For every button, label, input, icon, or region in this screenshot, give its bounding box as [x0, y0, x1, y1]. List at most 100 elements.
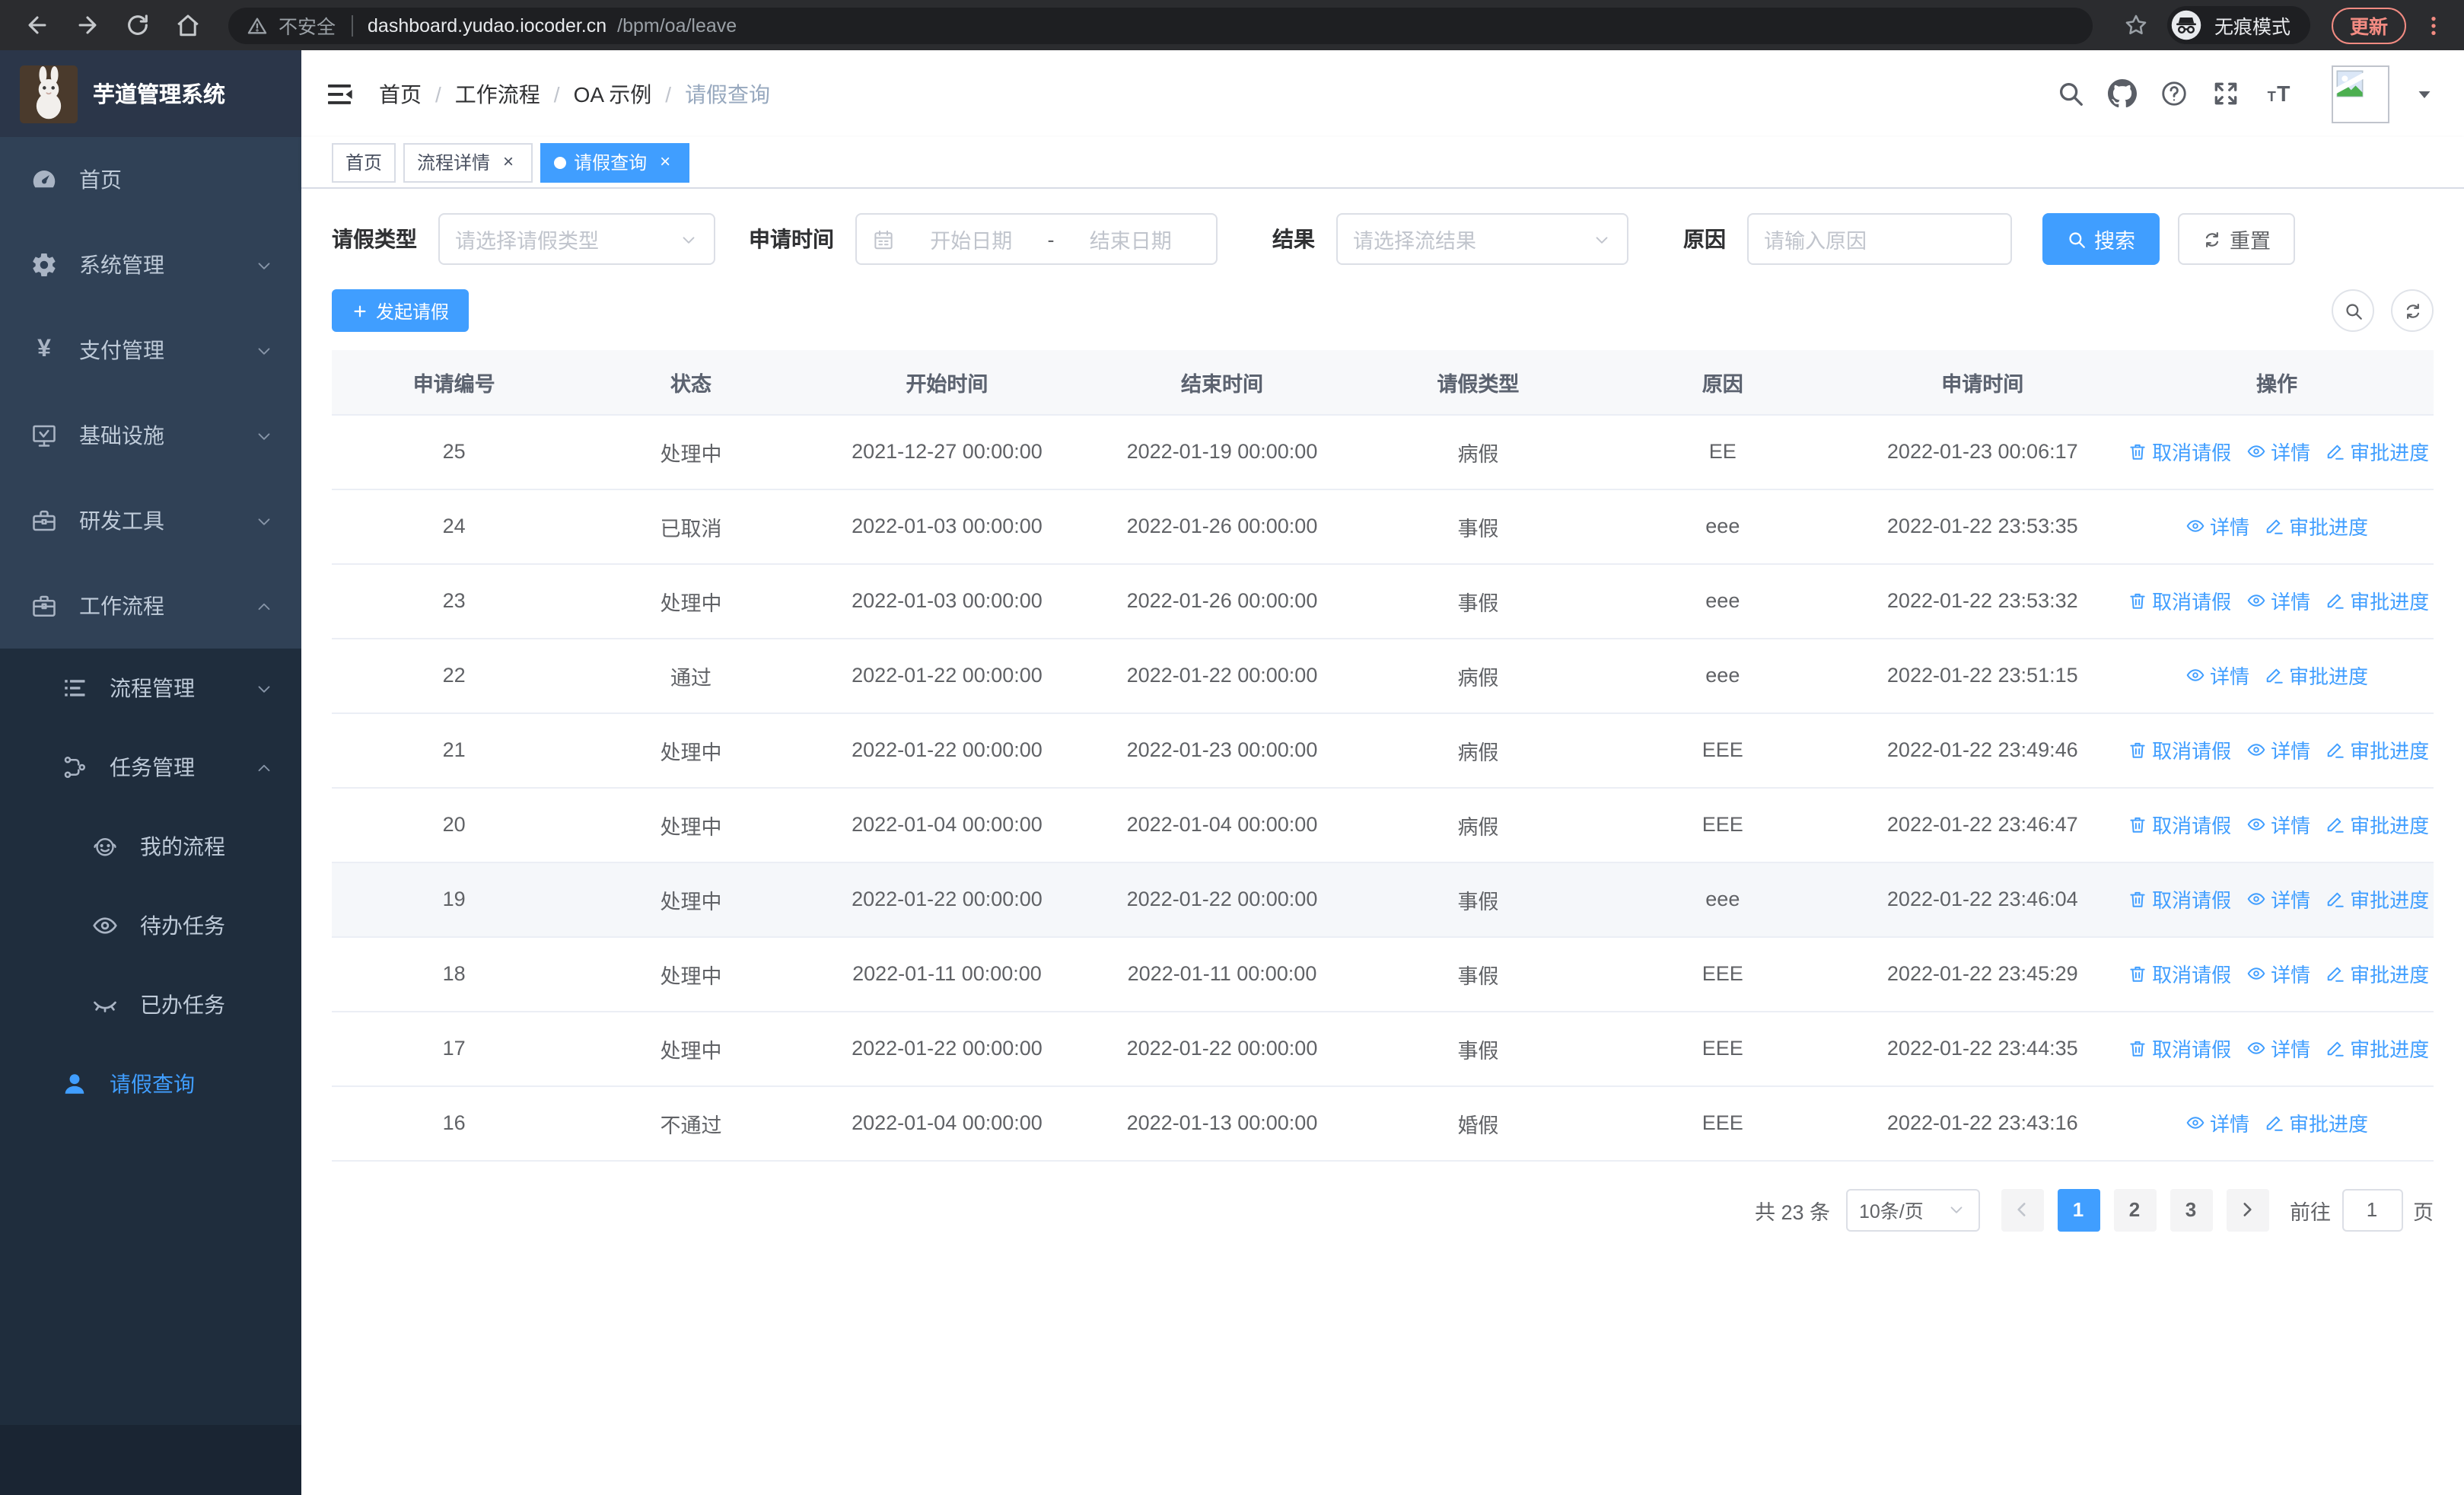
- breadcrumb-item[interactable]: 首页: [379, 78, 422, 109]
- goto-page-input[interactable]: 1: [2341, 1188, 2402, 1231]
- action-detail-link[interactable]: 详情: [2185, 1108, 2249, 1137]
- page-button[interactable]: 2: [2113, 1188, 2156, 1231]
- edit-icon: [2326, 964, 2345, 983]
- user-menu-caret-icon[interactable]: [2415, 84, 2434, 103]
- browser-back-icon[interactable]: [24, 12, 50, 38]
- sidebar-item[interactable]: 基础设施: [0, 393, 301, 478]
- action-progress-link[interactable]: 审批进度: [2326, 1034, 2429, 1063]
- sidebar-item[interactable]: 待办任务: [0, 886, 301, 965]
- sidebar-item[interactable]: 流程管理: [0, 649, 301, 728]
- action-detail-link[interactable]: 详情: [2246, 959, 2310, 988]
- eye-icon: [2246, 740, 2266, 760]
- action-detail-link[interactable]: 详情: [2246, 885, 2310, 913]
- create-leave-button[interactable]: 发起请假: [332, 289, 470, 332]
- action-label: 审批进度: [2289, 516, 2369, 539]
- sidebar-collapse-icon[interactable]: [324, 78, 355, 109]
- action-cancel-link[interactable]: 取消请假: [2128, 1034, 2231, 1063]
- show-search-button[interactable]: [2332, 289, 2374, 332]
- reset-button[interactable]: 重置: [2178, 213, 2295, 265]
- action-progress-link[interactable]: 审批进度: [2326, 885, 2429, 913]
- active-tab-dot: [554, 156, 567, 168]
- action-label: 取消请假: [2152, 889, 2232, 912]
- action-progress-link[interactable]: 审批进度: [2265, 661, 2368, 690]
- url-bar[interactable]: 不安全 dashboard.yudao.iocoder.cn/bpm/oa/le…: [228, 7, 2093, 43]
- action-progress-link[interactable]: 审批进度: [2265, 1108, 2368, 1137]
- table-body: 25 处理中 2021-12-27 00:00:00 2022-01-19 00:00…: [332, 414, 2434, 1161]
- fullscreen-icon[interactable]: [2211, 79, 2240, 108]
- browser-reload-icon[interactable]: [125, 12, 151, 38]
- tab-item[interactable]: 流程详情 ×: [403, 142, 533, 182]
- result-select[interactable]: 请选择流结果: [1336, 213, 1628, 265]
- close-icon[interactable]: ×: [654, 151, 676, 173]
- action-progress-link[interactable]: 审批进度: [2326, 586, 2429, 615]
- action-progress-link[interactable]: 审批进度: [2326, 735, 2429, 764]
- action-cancel-link[interactable]: 取消请假: [2128, 810, 2231, 839]
- cell-start: 2022-01-22 00:00:00: [805, 1011, 1089, 1086]
- search-button[interactable]: 搜索: [2042, 213, 2160, 265]
- apply-time-range-input[interactable]: 开始日期 - 结束日期: [855, 213, 1218, 265]
- page-button[interactable]: 1: [2057, 1188, 2099, 1231]
- browser-home-icon[interactable]: [175, 12, 201, 38]
- close-icon[interactable]: ×: [498, 151, 519, 173]
- chevron-down-icon: [254, 511, 274, 531]
- bookmark-star-icon[interactable]: [2123, 12, 2149, 38]
- sidebar-item[interactable]: 已办任务: [0, 965, 301, 1044]
- action-detail-link[interactable]: 详情: [2246, 810, 2310, 839]
- page-prev-button[interactable]: [2001, 1188, 2043, 1231]
- action-detail-link[interactable]: 详情: [2246, 1034, 2310, 1063]
- action-progress-link[interactable]: 审批进度: [2326, 959, 2429, 988]
- action-detail-link[interactable]: 详情: [2246, 586, 2310, 615]
- action-cancel-link[interactable]: 取消请假: [2128, 885, 2231, 913]
- dashboard-icon: [30, 166, 58, 193]
- tab-item[interactable]: 首页: [332, 142, 396, 182]
- help-icon[interactable]: [2160, 79, 2189, 108]
- app-logo[interactable]: 芋道管理系统: [0, 50, 301, 137]
- action-cancel-link[interactable]: 取消请假: [2128, 586, 2231, 615]
- sidebar-item[interactable]: 我的流程: [0, 807, 301, 886]
- sidebar-item[interactable]: 任务管理: [0, 728, 301, 807]
- action-progress-link[interactable]: 审批进度: [2326, 437, 2429, 466]
- page-button[interactable]: 3: [2170, 1188, 2212, 1231]
- reason-input[interactable]: 请输入原因: [1747, 213, 2012, 265]
- action-progress-link[interactable]: 审批进度: [2326, 810, 2429, 839]
- monitor-icon: [30, 422, 58, 449]
- tab-active[interactable]: 请假查询 ×: [540, 142, 690, 182]
- header-search-icon[interactable]: [2056, 79, 2085, 108]
- sidebar-item[interactable]: 首页: [0, 137, 301, 222]
- leave-type-select[interactable]: 请选择请假类型: [438, 213, 715, 265]
- sidebar-item[interactable]: 工作流程: [0, 563, 301, 649]
- reset-button-label: 重置: [2230, 230, 2271, 253]
- sidebar-item-label: 我的流程: [140, 834, 225, 859]
- browser-forward-icon[interactable]: [75, 12, 100, 38]
- action-detail-link[interactable]: 详情: [2185, 661, 2249, 690]
- column-header: 申请时间: [1845, 350, 2121, 415]
- breadcrumb-item[interactable]: OA 示例: [574, 78, 652, 109]
- eye-icon: [2185, 1113, 2205, 1133]
- browser-menu-icon[interactable]: [2421, 13, 2446, 37]
- refresh-table-button[interactable]: [2391, 289, 2434, 332]
- breadcrumb-item[interactable]: 工作流程: [455, 78, 540, 109]
- avatar[interactable]: [2332, 65, 2389, 123]
- action-cancel-link[interactable]: 取消请假: [2128, 437, 2231, 466]
- page-size-select[interactable]: 10条/页: [1845, 1188, 1979, 1231]
- action-detail-link[interactable]: 详情: [2246, 437, 2310, 466]
- sidebar-item[interactable]: ¥ 支付管理: [0, 308, 301, 393]
- action-cancel-link[interactable]: 取消请假: [2128, 735, 2231, 764]
- cell-id: 20: [332, 787, 577, 862]
- browser-update-button[interactable]: 更新: [2331, 7, 2406, 43]
- action-detail-link[interactable]: 详情: [2246, 735, 2310, 764]
- sidebar-item[interactable]: 研发工具: [0, 478, 301, 563]
- sidebar-item[interactable]: 系统管理: [0, 222, 301, 308]
- font-size-icon[interactable]: TT: [2263, 78, 2300, 109]
- action-cancel-link[interactable]: 取消请假: [2128, 959, 2231, 988]
- action-detail-link[interactable]: 详情: [2185, 512, 2249, 540]
- cell-start: 2022-01-22 00:00:00: [805, 712, 1089, 788]
- action-progress-link[interactable]: 审批进度: [2265, 512, 2368, 540]
- eye-icon: [2246, 964, 2266, 983]
- gear-icon: [30, 251, 58, 279]
- sidebar-item-label: 请假查询: [110, 1072, 195, 1096]
- action-label: 审批进度: [2350, 591, 2430, 614]
- sidebar-item[interactable]: 请假查询: [0, 1044, 301, 1124]
- page-next-button[interactable]: [2226, 1188, 2268, 1231]
- github-icon[interactable]: [2108, 79, 2137, 108]
